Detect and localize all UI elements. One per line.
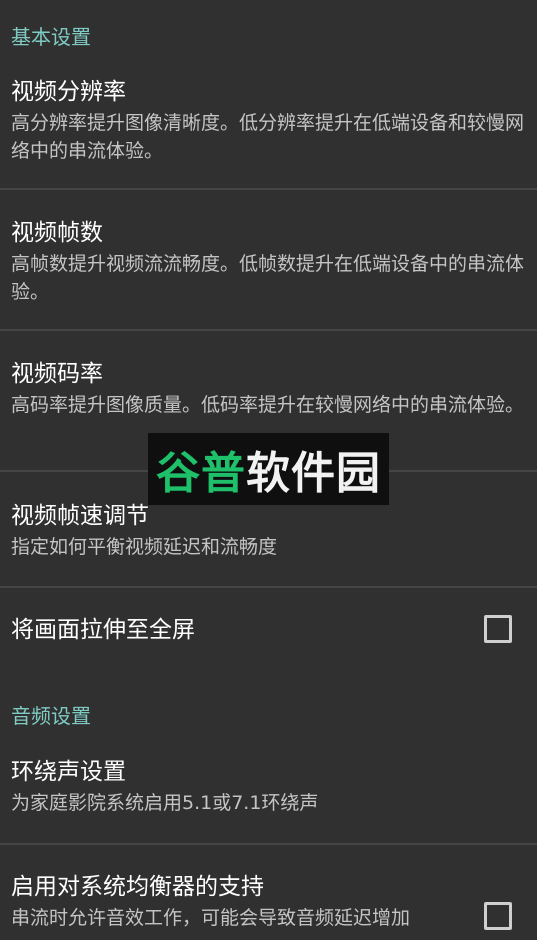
watermark-part1: 谷普: [156, 448, 246, 499]
pref-summary: 高码率提升图像质量。低码率提升在较慢网络中的串流体验。: [11, 394, 525, 416]
equalizer-checkbox[interactable]: [484, 902, 512, 930]
stretch-checkbox[interactable]: [484, 615, 512, 643]
pref-title: 启用对系统均衡器的支持: [11, 874, 264, 900]
watermark-part2: 软件园: [246, 448, 381, 499]
divider: [0, 843, 537, 845]
pref-frame-pacing[interactable]: 视频帧速调节 指定如何平衡视频延迟和流畅度: [0, 501, 537, 585]
section-header-audio: 音频设置: [11, 703, 91, 728]
pref-title: 环绕声设置: [11, 759, 126, 785]
pref-equalizer-support[interactable]: 启用对系统均衡器的支持 串流时允许音效工作，可能会导致音频延迟增加: [0, 872, 537, 940]
pref-summary: 高帧数提升视频流流畅度。低帧数提升在低端设备中的串流体验。: [11, 253, 525, 303]
pref-summary: 串流时允许音效工作，可能会导致音频延迟增加: [11, 907, 411, 929]
pref-title: 视频码率: [11, 361, 103, 387]
pref-summary: 为家庭影院系统启用5.1或7.1环绕声: [11, 792, 319, 814]
pref-stretch-fullscreen[interactable]: 将画面拉伸至全屏: [0, 588, 537, 672]
pref-video-resolution[interactable]: 视频分辨率 高分辨率提升图像清晰度。低分辨率提升在低端设备和较慢网络中的串流体验…: [0, 77, 537, 187]
pref-summary: 高分辨率提升图像清晰度。低分辨率提升在低端设备和较慢网络中的串流体验。: [11, 112, 525, 162]
pref-video-framerate[interactable]: 视频帧数 高帧数提升视频流流畅度。低帧数提升在低端设备中的串流体验。: [0, 218, 537, 328]
pref-title: 视频分辨率: [11, 79, 126, 105]
watermark-logo: 谷普 软件园: [148, 433, 389, 505]
pref-title: 将画面拉伸至全屏: [11, 617, 195, 643]
pref-summary: 指定如何平衡视频延迟和流畅度: [11, 536, 278, 558]
pref-surround-sound[interactable]: 环绕声设置 为家庭影院系统启用5.1或7.1环绕声: [0, 757, 537, 841]
section-header-basic: 基本设置: [11, 24, 91, 49]
pref-title: 视频帧数: [11, 220, 103, 246]
pref-title: 视频帧速调节: [11, 503, 149, 529]
divider: [0, 329, 537, 331]
divider: [0, 188, 537, 190]
